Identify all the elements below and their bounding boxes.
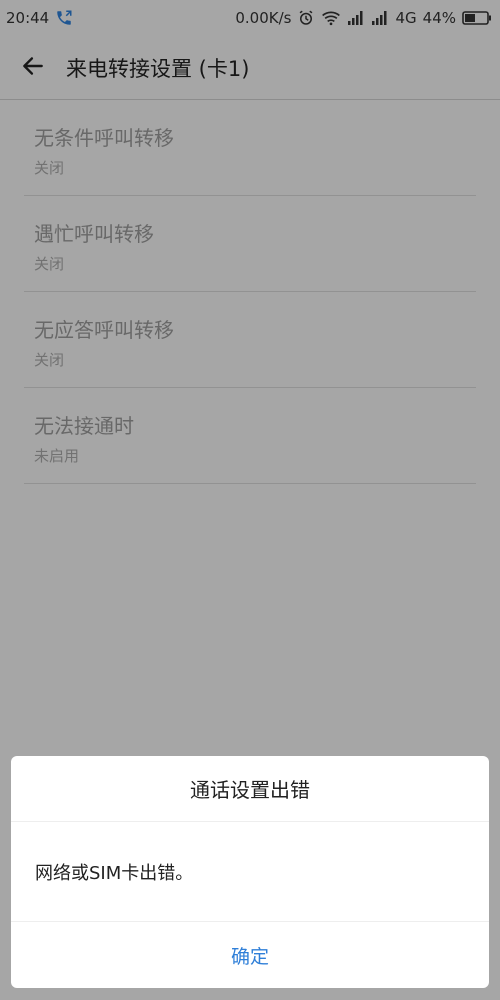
confirm-button[interactable]: 确定 [11,922,489,988]
error-dialog: 通话设置出错 网络或SIM卡出错。 确定 [11,756,489,988]
screen: 20:44 0.00K/s 4G 44% 来电转接设置 (卡1) 无条件呼叫转移… [0,0,500,1000]
dialog-title: 通话设置出错 [11,756,489,822]
dialog-message: 网络或SIM卡出错。 [11,822,489,922]
